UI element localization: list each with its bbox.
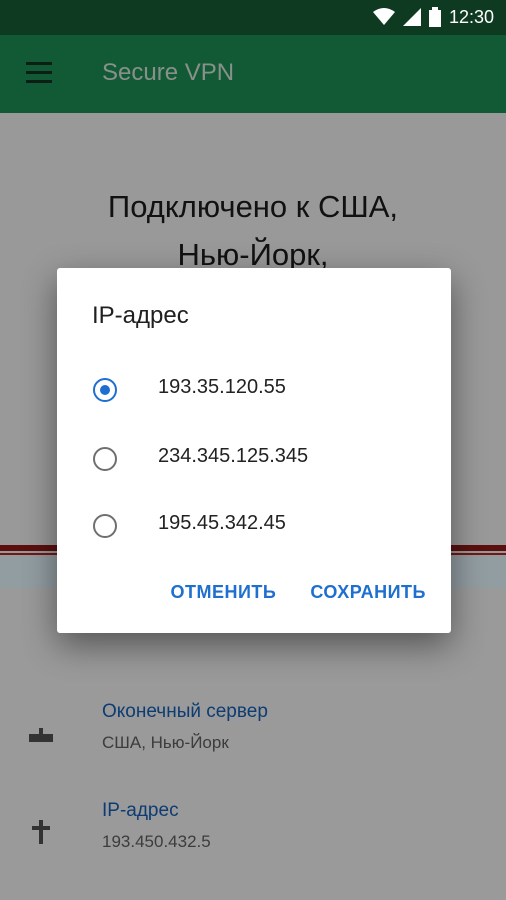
save-button[interactable]: СОХРАНИТЬ: [310, 582, 426, 603]
dialog-title: IP-адрес: [92, 302, 189, 329]
radio-selected-icon[interactable]: [93, 378, 117, 402]
ip-option-2[interactable]: 234.345.125.345: [57, 438, 451, 498]
ip-option-label: 234.345.125.345: [158, 445, 309, 467]
ip-address-dialog: IP-адрес 193.35.120.55 234.345.125.345 1…: [57, 268, 451, 633]
ip-option-label: 195.45.342.45: [158, 512, 286, 534]
radio-unselected-icon[interactable]: [93, 447, 117, 471]
ip-option-label: 193.35.120.55: [158, 376, 286, 398]
cancel-button[interactable]: ОТМЕНИТЬ: [170, 582, 276, 603]
ip-option-3[interactable]: 195.45.342.45: [57, 505, 451, 565]
radio-unselected-icon[interactable]: [93, 514, 117, 538]
ip-option-1[interactable]: 193.35.120.55: [57, 369, 451, 429]
dialog-actions: ОТМЕНИТЬ СОХРАНИТЬ: [170, 582, 426, 603]
